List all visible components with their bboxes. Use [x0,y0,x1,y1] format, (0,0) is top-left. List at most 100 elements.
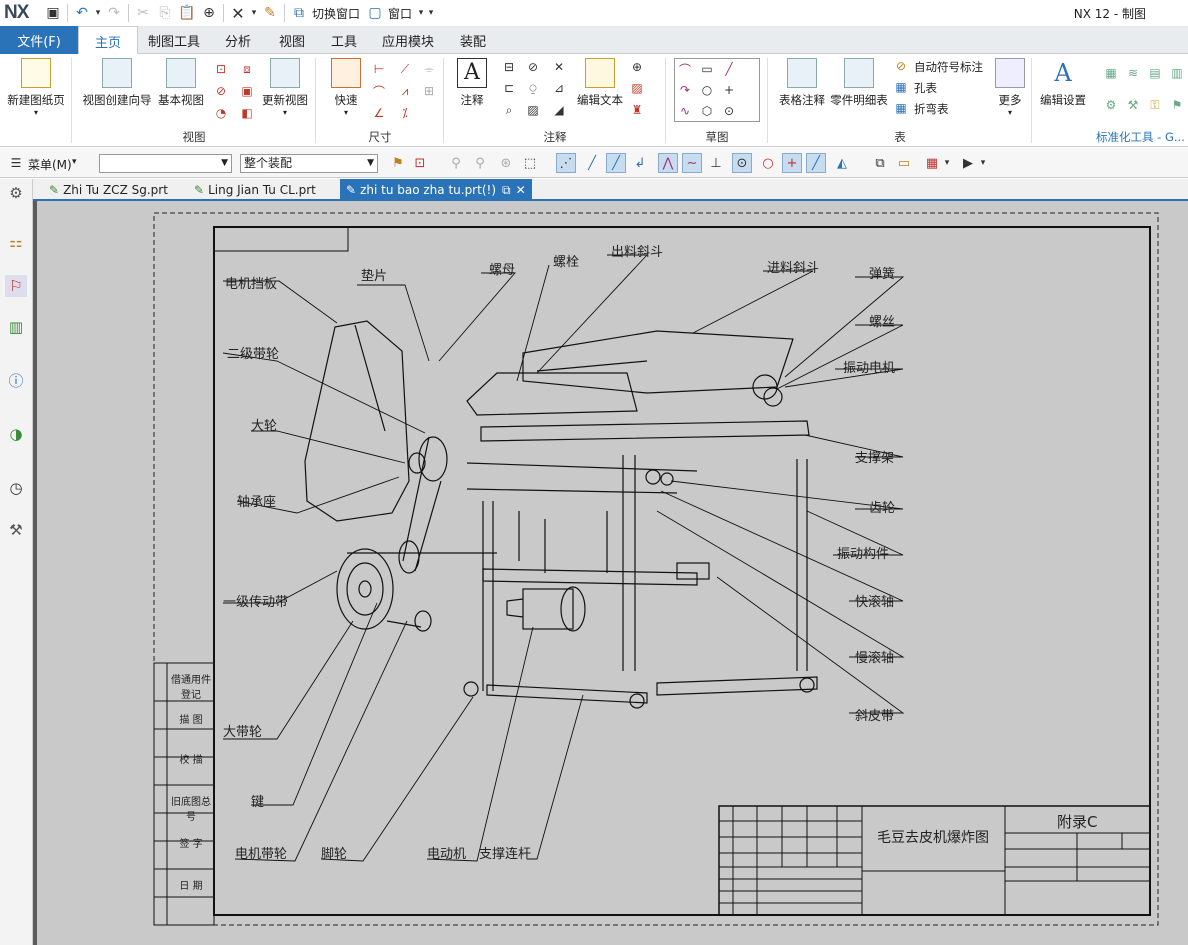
undo-dropdown-icon[interactable]: ▾ [93,2,103,24]
std-tool-3-icon[interactable]: ▤ [1146,64,1164,82]
rectangle-select-icon[interactable]: ⬚ [520,153,540,173]
selection-scope-dropdown[interactable]: 整个装配 ▼ [240,154,378,173]
table-note-button[interactable]: 表格注释 [774,58,830,108]
parts-list-button[interactable]: 零件明细表 [830,58,888,108]
circle-icon[interactable]: ○ [698,81,716,99]
roles-icon[interactable]: ⚒ [5,519,27,541]
select-icon[interactable]: ⚑ [388,153,408,173]
hole-table-icon[interactable]: ▦ [892,78,910,96]
clock-icon[interactable]: ◷ [5,477,27,499]
detail-view-icon[interactable]: ◔ [212,104,230,122]
edit-text-button[interactable]: 编辑文本 [576,58,624,108]
snap-point-icon[interactable]: ⋰ [556,153,576,173]
intersection-icon[interactable]: ⋀ [658,153,678,173]
rectangle-icon[interactable]: ▭ [698,60,716,78]
hole-table-button[interactable]: 孔表 [914,80,937,96]
surface-finish-icon[interactable]: ⌕ [500,101,518,119]
area-fill-icon[interactable]: ▨ [628,79,646,97]
thickness-dim-icon[interactable]: ⩘ [396,82,414,100]
repeat-command-icon[interactable]: ⊕ [198,2,220,24]
sheet-settings-icon[interactable]: ▦ [922,153,942,173]
switch-window-button[interactable]: 切换窗口 [312,5,360,22]
file-tab-zhi-tu-bao-zha-tu[interactable]: ✎ zhi tu bao zha tu.prt(!) ⧉ ✕ [340,179,532,201]
paste-icon[interactable]: 📋 [176,2,198,24]
delete-icon[interactable]: ✕ [227,2,249,24]
menu-dropdown-icon[interactable]: ▾ [72,157,77,167]
stamp-icon[interactable]: ♜ [628,101,646,119]
tab-application[interactable]: 应用模块 [370,26,446,54]
copy-icon[interactable]: ⎘ [154,2,176,24]
tab-drafting-tools[interactable]: 制图工具 [140,26,208,54]
angular-dim-icon[interactable]: ∠ [370,104,388,122]
profile-icon[interactable]: ⌒ [676,60,694,78]
image-icon[interactable]: ▨ [524,101,542,119]
section-view-icon[interactable]: ⊘ [212,82,230,100]
point-on-face-icon[interactable]: ◭ [832,153,852,173]
filter-2-icon[interactable]: ⚲ [470,153,490,173]
tab-options-icon[interactable]: ⧉ [502,183,511,198]
reuse-library-icon[interactable]: ▥ [5,316,27,338]
menu-icon[interactable]: ☰ [6,153,26,173]
point-on-curve-icon[interactable]: ╱ [806,153,826,173]
save-icon[interactable]: ▣ [42,2,64,24]
spline-icon[interactable]: ∿ [676,102,694,120]
std-tool-1-icon[interactable]: ▦ [1102,64,1120,82]
tab-tools[interactable]: 工具 [318,26,370,54]
update-view-button[interactable]: 更新视图 ▾ [260,58,310,117]
datum-feature-icon[interactable]: ⊏ [500,79,518,97]
filter-1-icon[interactable]: ⚲ [446,153,466,173]
line-icon[interactable]: ╱ [720,60,738,78]
tangent-icon[interactable]: ⊥ [706,153,726,173]
feature-control-frame-icon[interactable]: ⊟ [500,58,518,76]
new-sheet-button[interactable]: 新建图纸页 ▾ [6,58,66,117]
file-menu-button[interactable]: 文件(F) [0,26,78,54]
break-out-section-icon[interactable]: ◧ [238,104,256,122]
file-tab-ling-jian-tu[interactable]: ✎ Ling Jian Tu CL.prt [188,179,340,201]
break-view-icon[interactable]: ⧈ [238,60,256,78]
ordinate-dim-icon[interactable]: ⊞ [420,82,438,100]
std-tool-4-icon[interactable]: ▥ [1168,64,1186,82]
control-point-icon[interactable]: ↲ [630,153,650,173]
endpoint-icon[interactable]: ╱ [582,153,602,173]
midpoint-icon[interactable]: ╱ [606,153,626,173]
view-boundary-icon[interactable]: ▣ [238,82,256,100]
std-tool-2-icon[interactable]: ≋ [1124,64,1142,82]
ellipse-icon[interactable]: ⊙ [720,102,738,120]
render-style-icon[interactable]: ▶ [958,153,978,173]
hatch-icon[interactable]: ⊿ [550,79,568,97]
std-tool-8-icon[interactable]: ⚑ [1168,96,1186,114]
existing-point-icon[interactable]: + [782,153,802,173]
window-dropdown-icon[interactable]: ▾ [416,2,426,24]
file-tab-zhi-tu-zcz[interactable]: ✎ Zhi Tu ZCZ Sg.prt [43,179,188,201]
chamfer-dim-icon[interactable]: ⟋ [396,60,414,78]
perimeter-dim-icon[interactable]: ⌯ [420,60,438,78]
more-button[interactable]: 更多 ▾ [992,58,1028,117]
edit-settings-button[interactable]: A 编辑设置 [1038,58,1088,108]
std-tool-5-icon[interactable]: ⚙ [1102,96,1120,114]
switch-window-icon[interactable]: ⧉ [288,2,310,24]
window-menu-button[interactable]: 窗口 [388,5,412,22]
arc-length-dim-icon[interactable]: ⁒ [396,104,414,122]
target-point-icon[interactable]: ⊕ [628,58,646,76]
customize-dropdown-icon[interactable]: ▾ [426,2,436,24]
radial-dim-icon[interactable]: ⌒ [370,82,388,100]
select-features-icon[interactable]: ⊡ [410,153,430,173]
redo-icon[interactable]: ↷ [103,2,125,24]
view-wizard-button[interactable]: 视图创建向导 [80,58,154,108]
close-icon[interactable]: ✕ [516,183,526,197]
assembly-navigator-icon[interactable]: ⚐ [5,275,27,297]
gear-icon[interactable]: ⚙ [5,182,27,204]
cut-icon[interactable]: ✂ [132,2,154,24]
note-button[interactable]: A 注释 [454,58,490,108]
projected-view-icon[interactable]: ⊡ [212,60,230,78]
graphics-window[interactable]: 电机挡板 垫片 二级带轮 大轮 轴承座 一级传动带 大带轮 键 电机带轮 脚轮 … [33,201,1188,945]
arc-icon[interactable]: ↷ [676,81,694,99]
weld-symbol-icon[interactable]: ⍜ [524,79,542,97]
auto-balloon-icon[interactable]: ⊘ [892,57,910,75]
bend-table-button[interactable]: 折弯表 [914,101,949,117]
chevron-down-icon[interactable]: ▾ [978,153,988,173]
std-tool-7-icon[interactable]: ⚿ [1146,96,1164,114]
curve-point-icon[interactable]: ∼ [682,153,702,173]
balloon-icon[interactable]: ⊘ [524,58,542,76]
centerline-icon[interactable]: ✕ [550,58,568,76]
